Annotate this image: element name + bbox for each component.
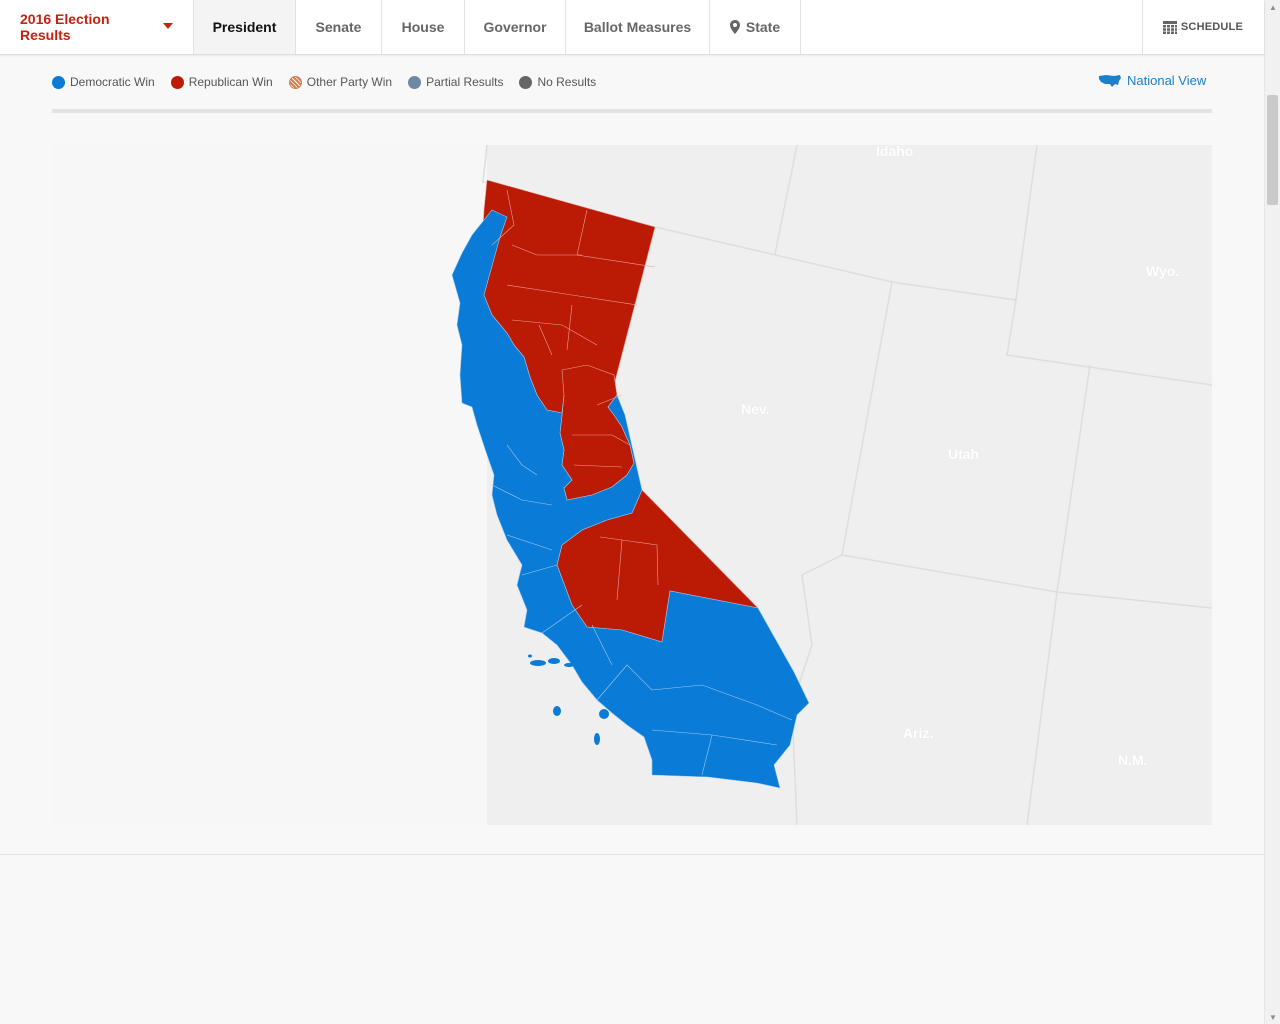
tab-label: House (401, 19, 445, 35)
tab-state[interactable]: State (710, 0, 801, 54)
tab-ballot-measures[interactable]: Ballot Measures (566, 0, 710, 54)
legend-partial: Partial Results (408, 75, 503, 89)
tab-label: State (745, 19, 781, 35)
section-divider (0, 854, 1264, 855)
legend-other-party: Other Party Win (288, 75, 393, 89)
scroll-up-icon[interactable]: ▲ (1265, 0, 1280, 14)
tab-label: President (212, 19, 277, 35)
map-label-utah: Utah (948, 446, 980, 462)
legend-label: Other Party Win (306, 75, 393, 89)
map-pin-icon (729, 20, 740, 34)
republican-dot-icon (170, 75, 184, 89)
us-map-icon (1099, 74, 1121, 87)
tab-president[interactable]: President (194, 0, 296, 54)
tab-label: Senate (315, 19, 362, 35)
national-view-label: National View (1127, 73, 1207, 88)
tab-governor[interactable]: Governor (465, 0, 566, 54)
map-label-idaho: Idaho (876, 145, 914, 159)
schedule-label: SCHEDULE (1180, 21, 1243, 33)
calendar-grid-icon (1162, 20, 1177, 34)
scroll-thumb[interactable] (1267, 95, 1278, 205)
tab-label: Ballot Measures (583, 19, 692, 35)
other-party-dot-icon (288, 75, 302, 89)
map-panel: Idaho Wyo. Nev. Utah Ariz. N.M. (52, 145, 1212, 825)
tab-senate[interactable]: Senate (296, 0, 382, 54)
legend-no-results: No Results (519, 75, 596, 89)
legend-republican: Republican Win (170, 75, 273, 89)
democratic-dot-icon (52, 75, 65, 89)
legend-label: Partial Results (426, 75, 504, 89)
scroll-down-icon[interactable]: ▼ (1265, 1010, 1280, 1024)
california-county-map (451, 145, 1212, 825)
page-scrollbar[interactable]: ▲ ▼ (1264, 0, 1280, 1024)
map-label-arizona: Ariz. (903, 725, 934, 741)
national-view-link[interactable]: National View (1098, 73, 1206, 88)
tab-house[interactable]: House (382, 0, 465, 54)
map-legend: Democratic Win Republican Win Other Part… (52, 75, 596, 89)
legend-democratic: Democratic Win (52, 75, 155, 89)
legend-label: Republican Win (188, 75, 273, 89)
schedule-button[interactable]: SCHEDULE (1141, 0, 1264, 54)
map-label-wyoming: Wyo. (1146, 263, 1180, 279)
legend-label: Democratic Win (70, 75, 155, 89)
top-nav: 2016 Election Results President Senate H… (0, 0, 1264, 55)
map-label-new-mexico: N.M. (1118, 752, 1148, 768)
partial-dot-icon (408, 75, 422, 89)
map-label-nevada: Nev. (741, 401, 770, 417)
tab-label: Governor (483, 19, 547, 35)
no-results-dot-icon (519, 75, 533, 89)
brand-label: 2016 Election Results (20, 11, 110, 43)
caret-down-icon (163, 23, 173, 29)
legend-label: No Results (537, 75, 597, 89)
legend-divider (52, 109, 1212, 113)
election-results-dropdown[interactable]: 2016 Election Results (0, 0, 194, 54)
